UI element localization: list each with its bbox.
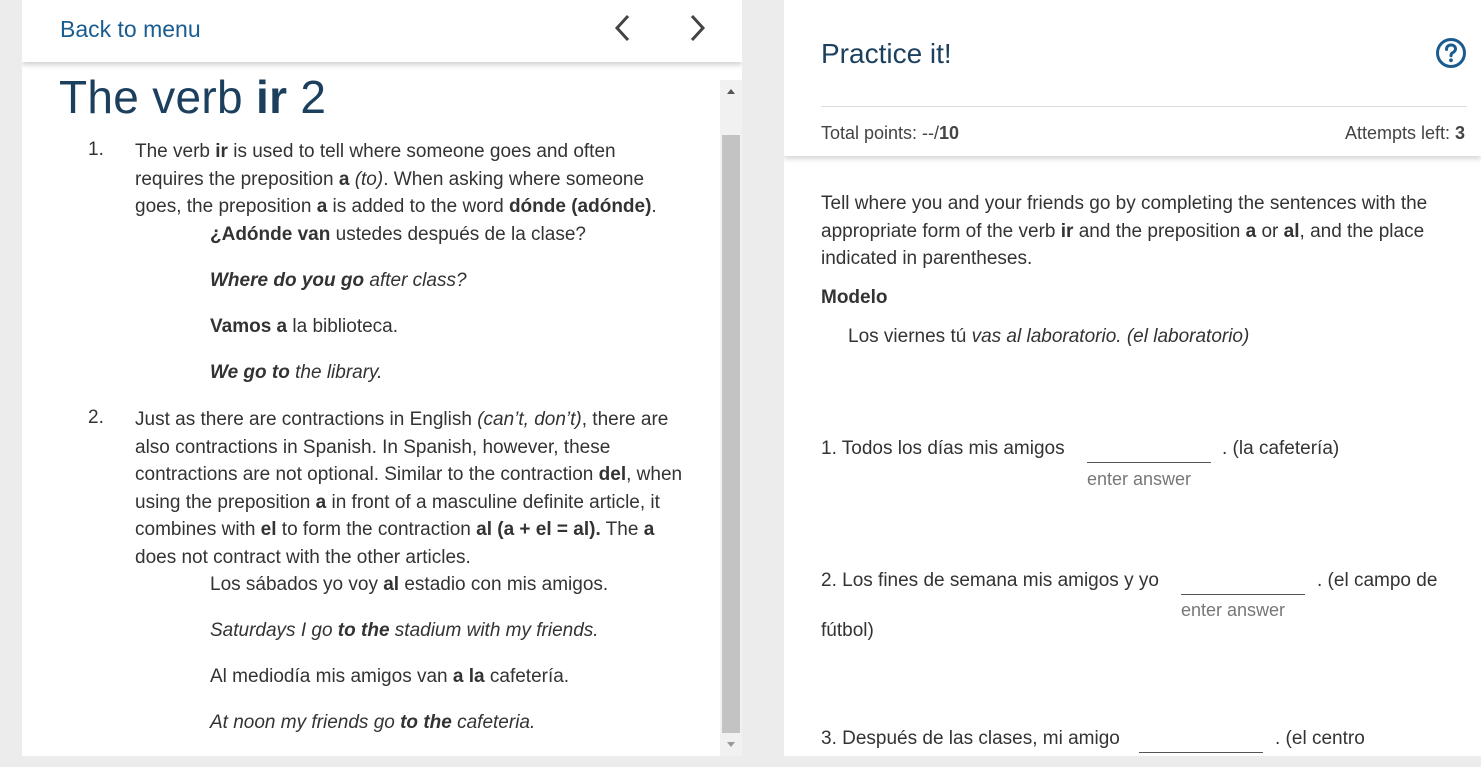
item-text: The verb ir is used to tell where someon… xyxy=(135,141,657,217)
practice-panel: Practice it! Total points: --/10 Attempt… xyxy=(784,0,1481,756)
answer-placeholder: enter answer xyxy=(1087,469,1192,489)
answer-input-3[interactable] xyxy=(1139,726,1263,753)
question-prompt: 2. Los fines de semana mis amigos y yo xyxy=(821,570,1159,591)
practice-instructions: Tell where you and your friends go by co… xyxy=(821,193,1428,269)
question-prompt: 3. Después de las clases, mi amigo xyxy=(821,728,1120,749)
scroll-down-arrow[interactable] xyxy=(720,736,742,754)
lesson-scrollbar[interactable] xyxy=(720,80,742,756)
example-sentence: Vamos a la biblioteca. xyxy=(210,316,399,337)
example-sentence: ¿Adónde van ustedes después de la clase? xyxy=(210,224,586,245)
question-hint: . (la cafetería) xyxy=(1222,438,1340,459)
help-button[interactable] xyxy=(1435,37,1467,69)
total-points: Total points: --/10 xyxy=(821,123,960,143)
scroll-up-arrow[interactable] xyxy=(720,82,742,100)
modelo-label: Modelo xyxy=(821,287,888,308)
answer-input-2[interactable] xyxy=(1181,568,1305,595)
question-circle-icon xyxy=(1436,38,1466,68)
example-sentence: Al mediodía mis amigos van a la cafeterí… xyxy=(210,666,570,687)
answer-input-1[interactable] xyxy=(1087,436,1211,463)
attempts-left: Attempts left: 3 xyxy=(1344,123,1465,143)
practice-header: Practice it! Total points: --/10 Attempt… xyxy=(784,0,1481,156)
item-number: 1. xyxy=(88,139,104,160)
next-page-button[interactable] xyxy=(678,10,714,46)
example-translation: We go to the library. xyxy=(210,362,383,383)
question-hint-continued: fútbol) xyxy=(821,620,874,641)
example-sentence: Los sábados yo voy al estadio con mis am… xyxy=(210,574,609,595)
modelo-example: Los viernes tú vas al laboratorio. (el l… xyxy=(848,326,1250,347)
example-translation: Saturdays I go to the stadium with my fr… xyxy=(210,620,599,641)
example-translation: At noon my friends go to the cafeteria. xyxy=(210,712,536,733)
chevron-right-icon xyxy=(690,14,706,42)
example-translation: Where do you go after class? xyxy=(210,270,467,291)
item-number: 2. xyxy=(88,407,104,428)
page-title: The verb ir 2 xyxy=(59,71,327,123)
triangle-up-icon xyxy=(727,89,735,94)
practice-title: Practice it! xyxy=(821,38,952,69)
chevron-left-icon xyxy=(614,14,630,42)
lesson-content: The verb ir 2 1. The verb ir is used to … xyxy=(22,66,720,756)
header-divider xyxy=(821,106,1467,107)
back-to-menu-link[interactable]: Back to menu xyxy=(60,16,201,43)
answer-placeholder: enter answer xyxy=(1181,600,1286,620)
item-text: Just as there are contractions in Englis… xyxy=(135,409,683,568)
lesson-header: Back to menu xyxy=(22,0,742,62)
triangle-down-icon xyxy=(727,742,735,747)
lesson-panel: Back to menu The verb ir 2 1. The verb i… xyxy=(22,0,742,756)
question-hint: . (el campo de xyxy=(1317,570,1438,591)
scroll-thumb[interactable] xyxy=(722,135,740,733)
question-prompt: 1. Todos los días mis amigos xyxy=(821,438,1065,459)
question-hint: . (el centro xyxy=(1275,728,1365,749)
previous-page-button[interactable] xyxy=(606,10,642,46)
